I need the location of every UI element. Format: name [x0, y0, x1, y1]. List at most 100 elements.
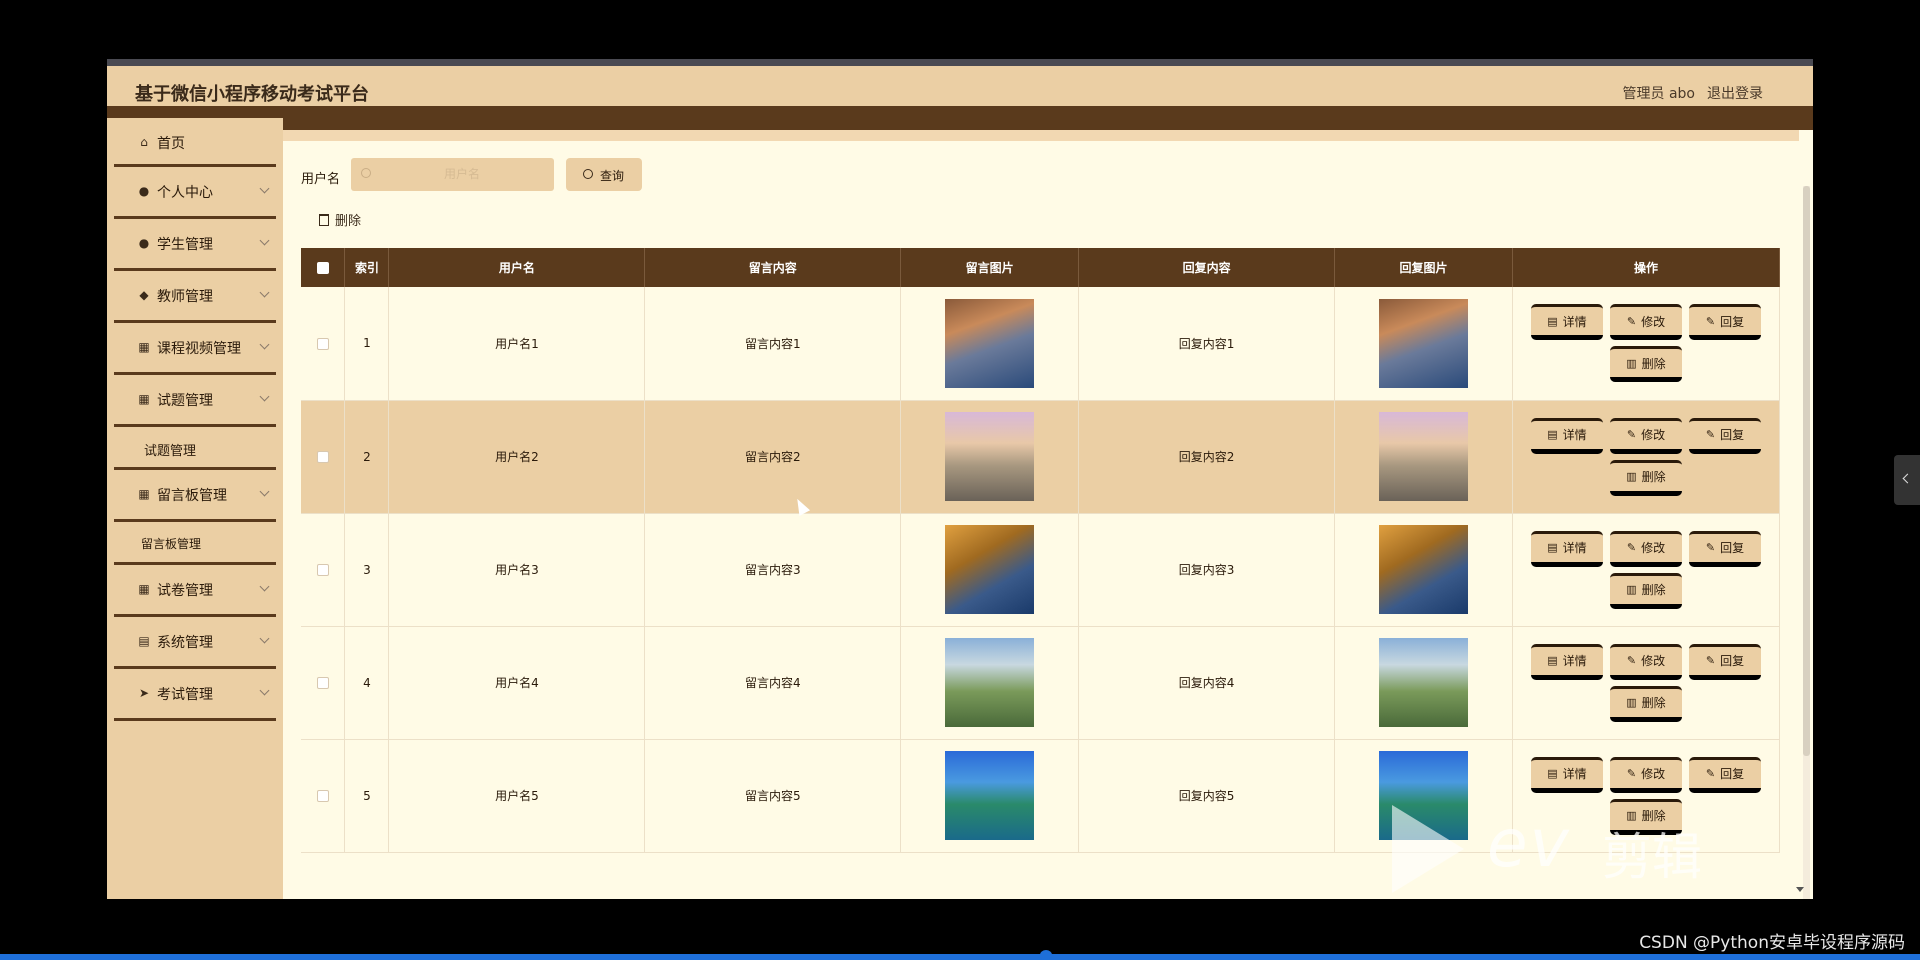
query-button[interactable]: 查询 — [566, 158, 642, 191]
sidebar-subitem-questions[interactable]: 试题管理 — [114, 427, 276, 470]
table-row: 5 用户名5 留言内容5 回复内容5 ▤ 详情 ✎ 修改 ✎ 回复 ▥ 删除 — [301, 739, 1781, 853]
message-image[interactable] — [945, 412, 1035, 501]
message-image[interactable] — [945, 638, 1035, 727]
row-checkbox[interactable] — [316, 564, 329, 576]
scroll-down-arrow-icon[interactable] — [1796, 887, 1804, 892]
reply-button[interactable]: ✎ 回复 — [1688, 417, 1761, 454]
delete-button[interactable]: ▥ 删除 — [1609, 572, 1682, 609]
message-image[interactable] — [945, 751, 1035, 840]
sidebar-item-papers[interactable]: ▦ 试卷管理 — [114, 565, 276, 617]
reply-image[interactable] — [1379, 298, 1468, 388]
message-image[interactable] — [945, 525, 1035, 614]
row-checkbox[interactable] — [316, 677, 329, 689]
detail-button[interactable]: ▤ 详情 — [1530, 304, 1603, 341]
reply-label: 回复 — [1720, 428, 1745, 442]
message-image-cell — [900, 739, 1080, 853]
trash-icon: ▥ — [1626, 470, 1637, 483]
scrollbar-thumb[interactable] — [1803, 186, 1810, 756]
reply-image[interactable] — [1379, 638, 1468, 727]
chevron-down-icon — [259, 183, 270, 194]
message-image-cell — [900, 626, 1080, 740]
batch-delete-button[interactable]: 删除 — [319, 210, 361, 229]
delete-button[interactable]: ▥ 删除 — [1609, 346, 1682, 383]
sidebar-item-system[interactable]: ▤ 系统管理 — [114, 617, 276, 669]
sidebar-item-label: 系统管理 — [157, 635, 213, 651]
side-collapse-tab[interactable] — [1894, 455, 1920, 505]
sidebar-item-questions[interactable]: ▦ 试题管理 — [114, 375, 276, 427]
reply-label: 回复 — [1720, 767, 1745, 781]
search-label: 用户名 — [301, 172, 341, 187]
message-image[interactable] — [945, 298, 1035, 388]
column-header: 用户名 — [388, 248, 646, 287]
sidebar-item-label: 留言板管理 — [157, 488, 227, 504]
sidebar-item-course-videos[interactable]: ▦ 课程视频管理 — [114, 323, 276, 375]
chevron-left-icon — [1902, 473, 1913, 484]
username-cell: 用户名5 — [388, 739, 646, 853]
sidebar-item-teachers[interactable]: ◆ 教师管理 — [114, 271, 276, 323]
edit-button[interactable]: ✎ 修改 — [1609, 417, 1682, 454]
edit-button[interactable]: ✎ 修改 — [1609, 643, 1682, 680]
search-input[interactable] — [377, 163, 547, 185]
pencil-icon: ✎ — [1705, 541, 1716, 554]
sidebar-item-home[interactable]: ⌂ 首页 — [114, 118, 276, 167]
delete-button[interactable]: ▥ 删除 — [1609, 459, 1682, 496]
chevron-down-icon — [259, 235, 270, 246]
detail-label: 详情 — [1562, 654, 1587, 668]
reply-image[interactable] — [1379, 751, 1468, 840]
row-checkbox[interactable] — [316, 451, 329, 463]
screen: 基于微信小程序移动考试平台 管理员 abo 退出登录 ⌂ 首页 ● 个人中心 ●… — [0, 0, 1920, 960]
edit-label: 修改 — [1641, 541, 1666, 555]
edit-button[interactable]: ✎ 修改 — [1609, 530, 1682, 567]
scrollbar[interactable] — [1803, 186, 1810, 899]
video-progress-bar[interactable] — [0, 954, 1920, 960]
delete-label: 删除 — [1641, 356, 1666, 371]
detail-button[interactable]: ▤ 详情 — [1530, 417, 1603, 454]
delete-label: 删除 — [1641, 696, 1666, 710]
video-progress-knob[interactable] — [1040, 950, 1052, 960]
reply-image[interactable] — [1379, 412, 1468, 501]
reply-button[interactable]: ✎ 回复 — [1688, 304, 1761, 341]
search-box — [351, 158, 554, 191]
detail-button[interactable]: ▤ 详情 — [1530, 530, 1603, 567]
index-cell: 4 — [344, 626, 390, 740]
sidebar-item-exams[interactable]: ➤ 考试管理 — [114, 669, 276, 721]
grid-icon: ▦ — [138, 392, 150, 406]
column-header: 回复内容 — [1078, 248, 1336, 287]
column-header: 回复图片 — [1334, 248, 1513, 287]
message-cell: 留言内容2 — [644, 400, 902, 514]
edit-button[interactable]: ✎ 修改 — [1609, 304, 1682, 341]
sidebar-item-message-board[interactable]: ▦ 留言板管理 — [114, 470, 276, 522]
reply-label: 回复 — [1720, 541, 1745, 555]
sidebar-subitem-label: 留言板管理 — [141, 537, 202, 551]
delete-button[interactable]: ▥ 删除 — [1609, 685, 1682, 722]
location-icon: ◆ — [139, 288, 149, 302]
edit-button[interactable]: ✎ 修改 — [1609, 756, 1682, 793]
reply-button[interactable]: ✎ 回复 — [1688, 756, 1761, 793]
pencil-icon: ✎ — [1626, 314, 1637, 328]
detail-button[interactable]: ▤ 详情 — [1530, 643, 1603, 680]
select-all-cell — [301, 248, 346, 287]
sidebar-subitem-message-board[interactable]: 留言板管理 — [114, 522, 276, 565]
table-row: 2 用户名2 留言内容2 回复内容2 ▤ 详情 ✎ 修改 ✎ 回复 ▥ 删除 — [301, 400, 1781, 514]
logout-link[interactable]: 退出登录 — [1707, 83, 1763, 103]
reply-image[interactable] — [1379, 525, 1468, 614]
detail-button[interactable]: ▤ 详情 — [1530, 756, 1603, 793]
index-cell: 3 — [344, 513, 390, 627]
row-select-cell — [301, 739, 346, 853]
sidebar-item-profile[interactable]: ● 个人中心 — [114, 167, 276, 219]
row-checkbox[interactable] — [316, 337, 329, 350]
trash-icon: ▥ — [1626, 583, 1637, 596]
reply-button[interactable]: ✎ 回复 — [1688, 530, 1761, 567]
search-icon — [361, 168, 371, 178]
chevron-down-icon — [259, 486, 270, 497]
row-checkbox[interactable] — [316, 790, 329, 802]
sidebar-item-students[interactable]: ● 学生管理 — [114, 219, 276, 271]
document-icon: ▤ — [1547, 428, 1558, 441]
reply-button[interactable]: ✎ 回复 — [1688, 643, 1761, 680]
sidebar-item-label: 考试管理 — [157, 687, 213, 703]
trash-icon: ▥ — [1626, 356, 1637, 370]
delete-button[interactable]: ▥ 删除 — [1609, 798, 1682, 835]
select-all-checkbox[interactable] — [316, 262, 329, 274]
reply-cell: 回复内容3 — [1078, 513, 1336, 627]
sidebar: ⌂ 首页 ● 个人中心 ● 学生管理 ◆ 教师管理 ▦ 课程视频管理 ▦ 试题管… — [107, 118, 283, 899]
